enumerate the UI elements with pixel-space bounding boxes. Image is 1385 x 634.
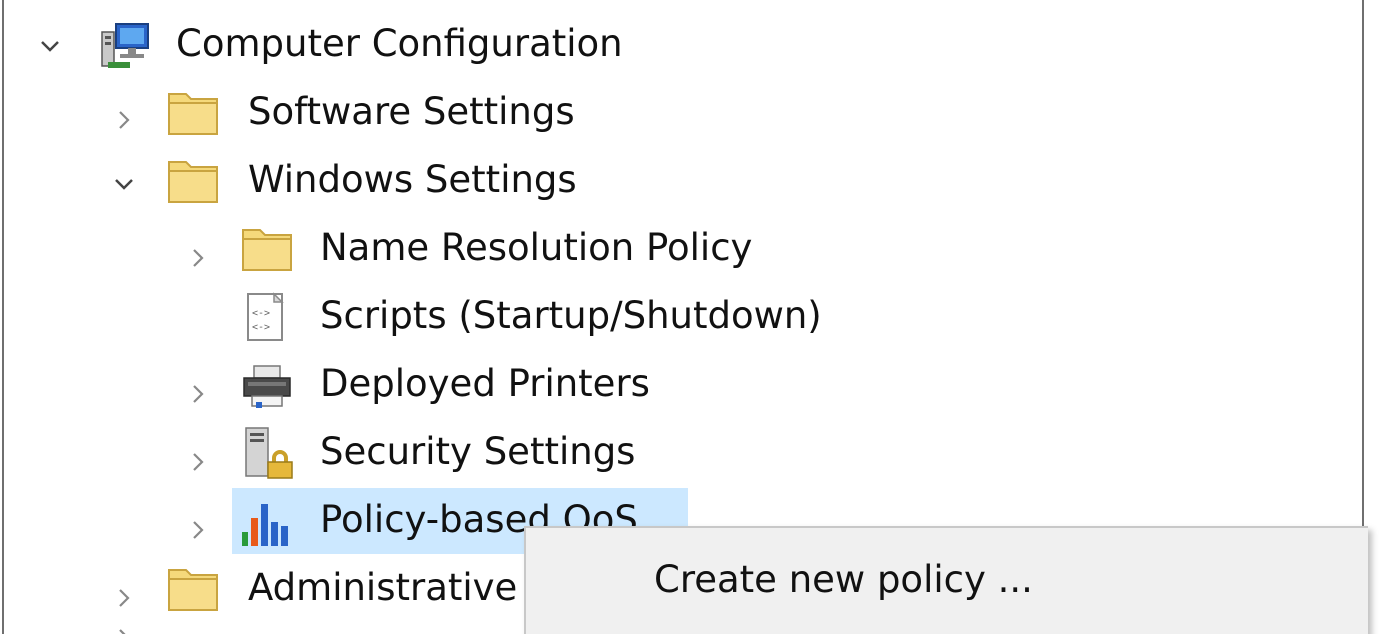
folder-icon (168, 569, 218, 611)
tree-view-pane: Computer Configuration Software Settings… (0, 0, 1385, 634)
tree-node-label: Software Settings (248, 90, 575, 133)
folder-icon (242, 229, 292, 271)
folder-icon (168, 161, 218, 203)
chevron-down-icon[interactable] (38, 34, 62, 58)
svg-text:<->: <-> (252, 322, 270, 333)
menu-item-create-new-policy[interactable]: Create new policy ... (654, 550, 1033, 610)
folder-icon (168, 93, 218, 135)
tree-node-label: Deployed Printers (320, 362, 650, 405)
chevron-right-icon[interactable] (186, 382, 210, 406)
script-icon: <-> <-> (247, 292, 284, 341)
printer-icon (243, 365, 291, 408)
chevron-right-icon[interactable] (186, 518, 210, 542)
tree-node-label: Name Resolution Policy (320, 226, 753, 269)
context-menu: Create new policy ... (524, 526, 1368, 634)
tree-node-label: Windows Settings (248, 158, 577, 201)
chevron-right-icon[interactable] (186, 246, 210, 270)
tree-node-label: Scripts (Startup/Shutdown) (320, 294, 822, 337)
svg-text:<->: <-> (252, 308, 270, 319)
chevron-right-icon[interactable] (186, 450, 210, 474)
security-settings-icon (245, 427, 293, 479)
computer-icon (101, 23, 149, 68)
tree-node-label: Security Settings (320, 430, 636, 473)
left-pane-border (2, 0, 4, 634)
chevron-down-icon[interactable] (112, 172, 136, 196)
tree-node-label: Computer Configuration (176, 22, 623, 65)
chevron-right-icon[interactable] (112, 626, 136, 634)
qos-chart-icon (242, 504, 288, 546)
chevron-right-icon[interactable] (112, 108, 136, 132)
chevron-right-icon[interactable] (112, 586, 136, 610)
